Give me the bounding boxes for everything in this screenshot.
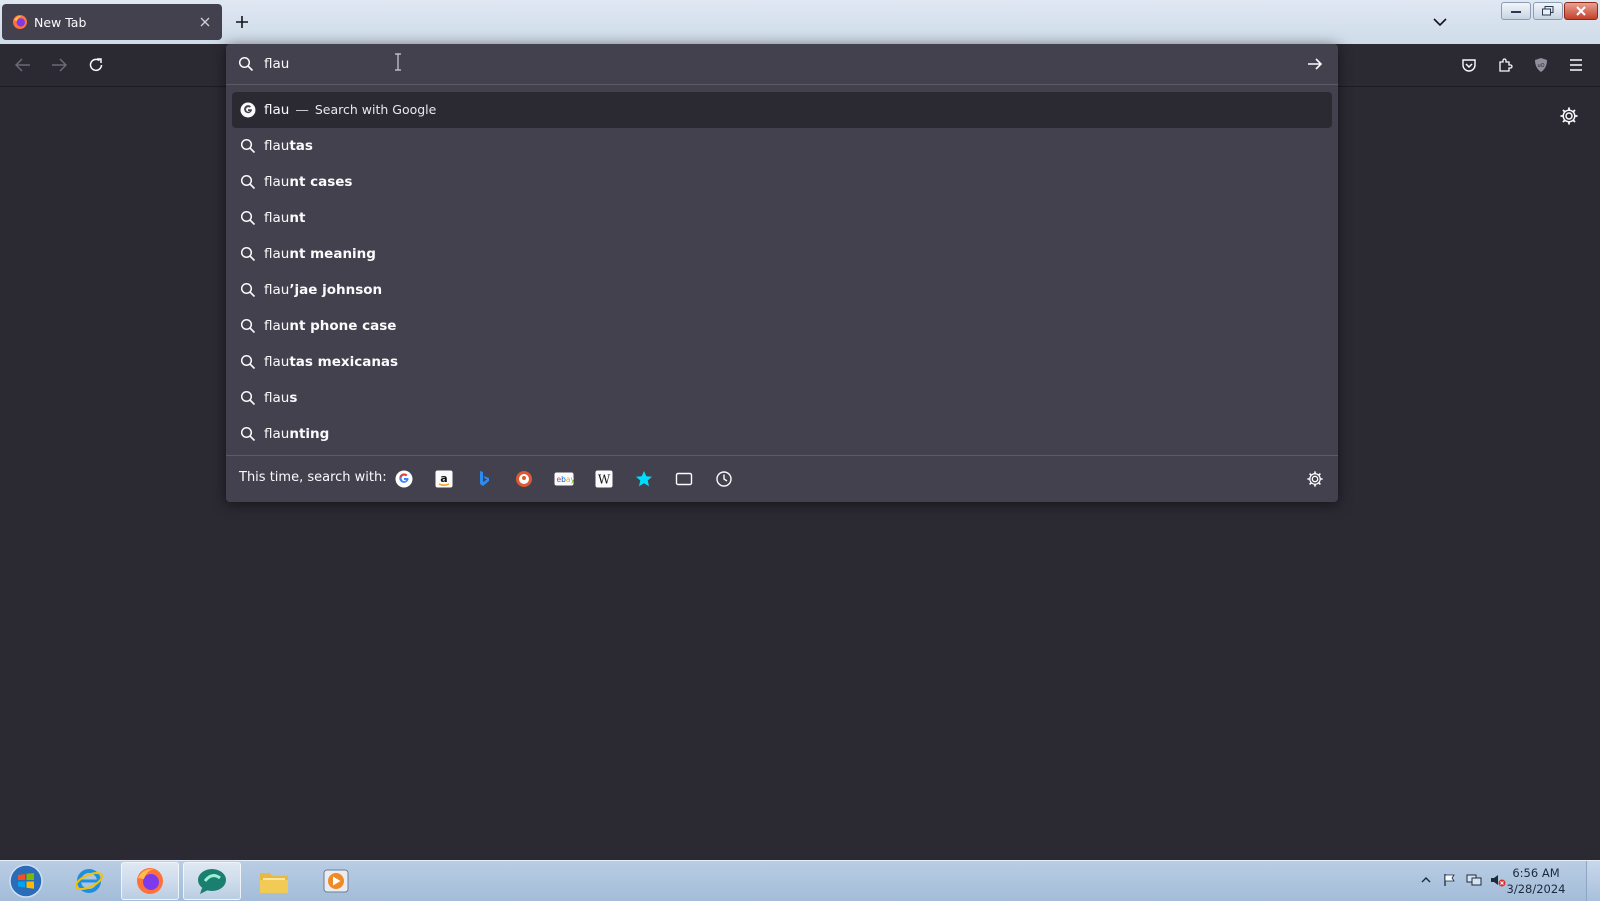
search-icon	[240, 282, 256, 298]
suggestion-text: flaunt	[264, 210, 306, 226]
search-icon	[240, 174, 256, 190]
list-all-tabs-chevron-down-icon[interactable]	[1428, 12, 1452, 32]
show-hidden-icons-chevron-up-icon[interactable]	[1418, 872, 1434, 888]
amazon-engine-icon[interactable]: a	[434, 469, 454, 489]
search-icon	[240, 354, 256, 370]
result-suggestion[interactable]: flaunt meaning	[232, 236, 1332, 272]
taskbar-clock[interactable]: 6:56 AM 3/28/2024	[1500, 865, 1572, 897]
wikipedia-engine-icon[interactable]: W	[594, 469, 614, 489]
new-tab-button[interactable]	[230, 10, 254, 34]
result-suggestion[interactable]: flaunt cases	[232, 164, 1332, 200]
suggestion-text: flaunt phone case	[264, 318, 397, 334]
google-icon	[240, 102, 256, 118]
network-icon[interactable]	[1466, 872, 1482, 888]
suggestion-text: flaunt cases	[264, 174, 353, 190]
search-icon	[240, 318, 256, 334]
google-engine-icon[interactable]	[394, 469, 414, 489]
search-icon	[240, 390, 256, 406]
svg-text:ebay: ebay	[557, 475, 575, 484]
ebay-engine-icon[interactable]: ebay	[554, 469, 574, 489]
result-search-with-google[interactable]: flau — Search with Google	[232, 92, 1332, 128]
svg-text:W: W	[598, 473, 611, 487]
bing-engine-icon[interactable]	[474, 469, 494, 489]
tab-title: New Tab	[34, 14, 87, 30]
bookmarks-star-icon[interactable]	[634, 469, 654, 489]
action-center-flag-icon[interactable]	[1442, 872, 1458, 888]
reload-icon[interactable]	[85, 54, 107, 76]
search-settings-gear-icon[interactable]	[1306, 470, 1324, 488]
urlbar-input-row	[226, 44, 1338, 85]
one-off-label: This time, search with:	[239, 470, 387, 485]
result-suggestion[interactable]: flaunt phone case	[232, 308, 1332, 344]
firefox-icon	[12, 14, 28, 30]
taskbar-media-player-icon[interactable]	[307, 862, 365, 900]
result-suggestion[interactable]: flaus	[232, 380, 1332, 416]
new-tab-settings-gear-icon[interactable]	[1559, 106, 1579, 126]
duckduckgo-engine-icon[interactable]	[514, 469, 534, 489]
result-text: flau — Search with Google	[264, 102, 437, 118]
taskbar-file-explorer-icon[interactable]	[245, 862, 303, 900]
suggestion-text: flaunt meaning	[264, 246, 376, 262]
ublock-shield-icon[interactable]: uO	[1530, 54, 1552, 76]
close-tab-icon[interactable]	[196, 13, 214, 31]
search-icon	[240, 138, 256, 154]
clock-date: 3/28/2024	[1506, 882, 1566, 896]
result-suggestion[interactable]: flau’jae johnson	[232, 272, 1332, 308]
taskbar-internet-explorer-icon[interactable]	[60, 862, 118, 900]
forward-arrow-icon[interactable]	[48, 54, 70, 76]
one-off-search-bar: This time, search with: a ebay W	[226, 455, 1338, 503]
suggestion-text: flautas	[264, 138, 313, 154]
result-suggestion[interactable]: flautas	[232, 128, 1332, 164]
suggestion-text: flautas mexicanas	[264, 354, 399, 370]
go-arrow-icon[interactable]	[1306, 55, 1324, 73]
urlbar-input[interactable]	[264, 53, 1264, 75]
show-desktop-button[interactable]	[1586, 861, 1600, 901]
minimize-window-button[interactable]	[1501, 2, 1531, 20]
urlbar-popup: flau—Search with Google flautas flaunt c…	[226, 44, 1338, 502]
pocket-icon[interactable]	[1458, 54, 1480, 76]
suggestion-text: flaus	[264, 390, 298, 406]
clock-time: 6:56 AM	[1512, 866, 1560, 880]
start-button[interactable]	[6, 863, 46, 899]
result-suggestion[interactable]: flautas mexicanas	[232, 344, 1332, 380]
svg-text:a: a	[440, 472, 447, 485]
search-icon	[240, 246, 256, 262]
taskbar-firefox-icon[interactable]	[121, 862, 179, 900]
result-suggestion[interactable]: flaunt	[232, 200, 1332, 236]
search-icon	[238, 56, 254, 72]
suggestion-text: flaunting	[264, 426, 330, 442]
urlbar-results: flau — Search with Google flautas flaunt c…	[232, 92, 1332, 452]
extensions-puzzle-icon[interactable]	[1494, 54, 1516, 76]
close-window-button[interactable]	[1564, 2, 1598, 20]
tabs-icon[interactable]	[674, 469, 694, 489]
taskbar-chat-app-icon[interactable]	[183, 862, 241, 900]
tab-strip: New Tab	[0, 0, 1600, 44]
menu-hamburger-icon[interactable]	[1565, 54, 1587, 76]
windows-taskbar: 6:56 AM 3/28/2024	[0, 860, 1600, 901]
restore-window-button[interactable]	[1533, 2, 1563, 20]
back-arrow-icon[interactable]	[12, 54, 34, 76]
tab-new-tab[interactable]: New Tab	[2, 4, 222, 40]
text-cursor-icon	[393, 52, 403, 72]
history-clock-icon[interactable]	[714, 469, 734, 489]
svg-text:uO: uO	[1537, 63, 1544, 69]
suggestion-text: flau’jae johnson	[264, 282, 383, 298]
search-icon	[240, 210, 256, 226]
search-icon	[240, 426, 256, 442]
result-suggestion[interactable]: flaunting	[232, 416, 1332, 452]
